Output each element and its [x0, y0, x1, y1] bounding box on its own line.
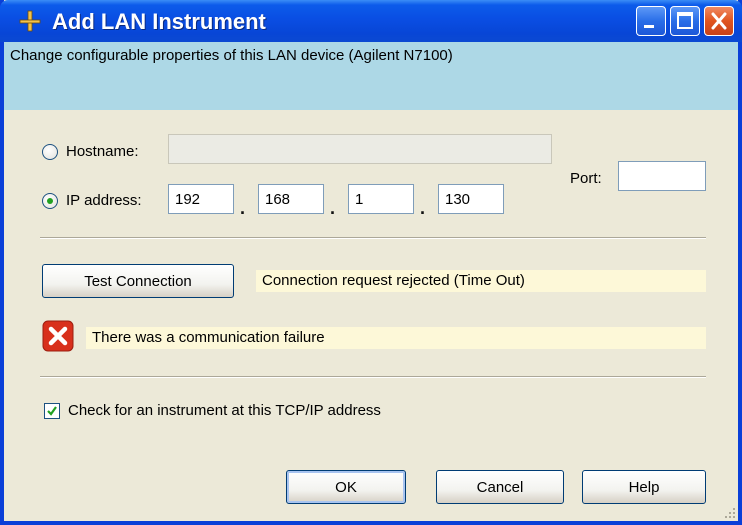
port-label: Port: — [570, 170, 602, 187]
connection-status-text: Connection request rejected (Time Out) — [256, 270, 706, 292]
communication-failure-text: There was a communication failure — [86, 327, 706, 349]
description-band: Change configurable properties of this L… — [4, 42, 738, 110]
title-bar[interactable]: Add LAN Instrument — [0, 0, 742, 42]
ip-separator: . — [330, 198, 336, 218]
minimize-icon — [644, 25, 654, 28]
minimize-button[interactable] — [636, 6, 666, 36]
divider — [40, 376, 706, 378]
divider — [40, 237, 706, 239]
hostname-label: Hostname: — [66, 143, 139, 160]
hostname-radio[interactable] — [42, 144, 58, 160]
help-button[interactable]: Help — [582, 470, 706, 504]
add-lan-instrument-dialog: Add LAN Instrument Change configurable p… — [0, 0, 742, 525]
check-instrument-label: Check for an instrument at this TCP/IP a… — [68, 402, 381, 419]
close-button[interactable] — [704, 6, 734, 36]
check-instrument-checkbox[interactable] — [44, 403, 60, 419]
ip-separator: . — [420, 198, 426, 218]
port-field[interactable] — [618, 161, 706, 191]
description-text: Change configurable properties of this L… — [10, 47, 453, 64]
ip-octet-1[interactable] — [168, 184, 234, 214]
resize-grip-icon[interactable] — [722, 505, 736, 519]
cancel-button[interactable]: Cancel — [436, 470, 564, 504]
ip-octet-2[interactable] — [258, 184, 324, 214]
error-icon — [42, 320, 74, 352]
test-connection-button[interactable]: Test Connection — [42, 264, 234, 298]
ip-address-radio[interactable] — [42, 193, 58, 209]
ip-address-label: IP address: — [66, 192, 142, 209]
window-title: Add LAN Instrument — [52, 9, 266, 34]
checkmark-icon — [47, 406, 57, 416]
ip-octet-4[interactable] — [438, 184, 504, 214]
hostname-field[interactable] — [168, 134, 552, 164]
lan-instrument-icon — [19, 10, 41, 32]
ip-octet-3[interactable] — [348, 184, 414, 214]
maximize-button[interactable] — [670, 6, 700, 36]
ok-button[interactable]: OK — [286, 470, 406, 504]
ip-separator: . — [240, 198, 246, 218]
maximize-icon — [677, 12, 693, 29]
close-icon — [711, 12, 727, 30]
